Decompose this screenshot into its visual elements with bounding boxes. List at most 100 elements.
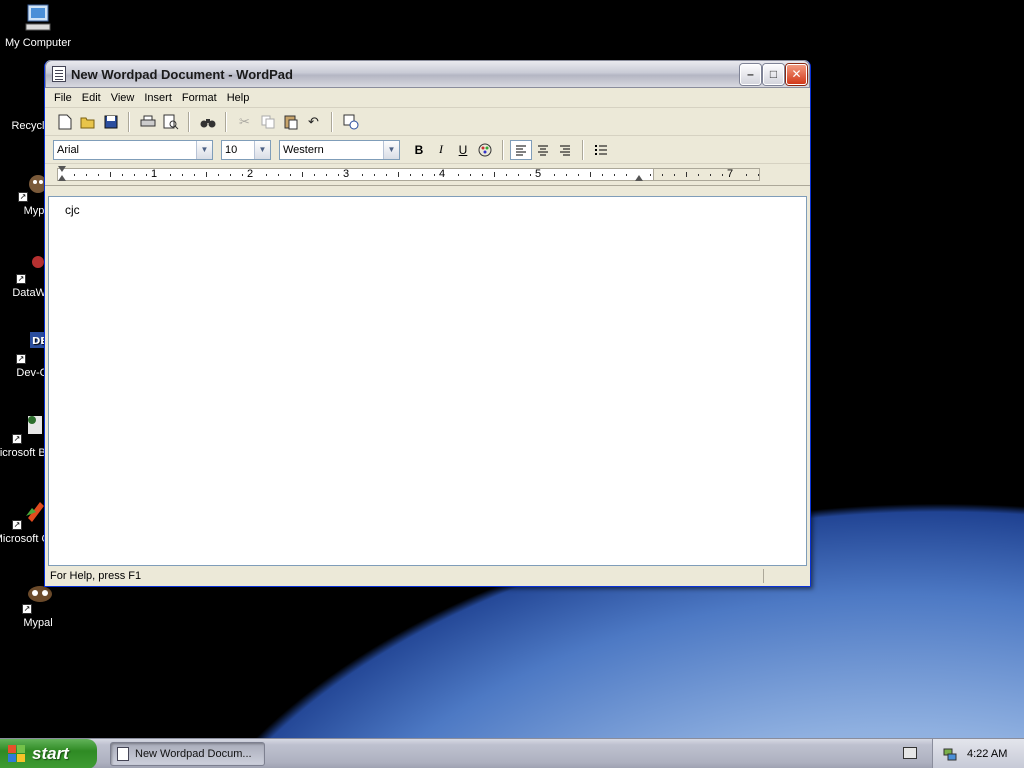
desktop-icon-label: My Computer bbox=[4, 37, 72, 49]
ruler-tick bbox=[86, 174, 87, 176]
ruler-tick bbox=[578, 174, 579, 176]
undo-icon[interactable]: ↶ bbox=[302, 111, 325, 133]
bullets-icon[interactable] bbox=[590, 140, 612, 160]
ruler-tick bbox=[302, 172, 303, 177]
open-icon[interactable] bbox=[76, 111, 99, 133]
ruler-number: 2 bbox=[247, 168, 254, 180]
minimize-button[interactable]: – bbox=[740, 63, 761, 85]
ruler-tick bbox=[146, 174, 147, 176]
app-icon: ↗ bbox=[12, 498, 44, 530]
ruler-tick bbox=[266, 174, 267, 176]
copy-icon[interactable] bbox=[256, 111, 279, 133]
font-size-select[interactable]: 10 ▼ bbox=[221, 139, 271, 160]
ruler-tick bbox=[98, 174, 99, 176]
status-bar: For Help, press F1 bbox=[48, 567, 807, 585]
align-left-icon[interactable] bbox=[510, 139, 532, 160]
ruler-number: 7 bbox=[727, 168, 734, 180]
ruler-tick bbox=[242, 174, 243, 176]
ruler-tick bbox=[278, 174, 279, 176]
standard-toolbar: ✂ ↶ bbox=[45, 108, 810, 136]
underline-button[interactable]: U bbox=[452, 140, 474, 160]
ruler-tick bbox=[722, 174, 723, 176]
ruler-tick bbox=[650, 174, 651, 176]
desktop-icon-label: Mypal bbox=[23, 617, 53, 629]
ruler-tick bbox=[506, 174, 507, 176]
windows-logo-icon bbox=[8, 745, 26, 763]
ruler-tick bbox=[566, 174, 567, 176]
left-indent-marker[interactable] bbox=[58, 175, 66, 181]
desktop-icon-mypal[interactable]: ↗ Mypal bbox=[0, 582, 76, 629]
save-icon[interactable] bbox=[99, 111, 122, 133]
menu-edit[interactable]: Edit bbox=[77, 92, 106, 104]
align-right-icon[interactable] bbox=[554, 140, 576, 160]
color-icon[interactable] bbox=[474, 140, 496, 160]
chevron-down-icon[interactable]: ▼ bbox=[196, 140, 212, 159]
ruler-tick bbox=[410, 174, 411, 176]
ruler-tick bbox=[458, 174, 459, 176]
ruler-number: 5 bbox=[535, 168, 542, 180]
bold-button[interactable]: B bbox=[408, 140, 430, 160]
script-select[interactable]: Western ▼ bbox=[279, 139, 400, 160]
ruler-tick bbox=[422, 174, 423, 176]
ruler-tick bbox=[710, 174, 711, 176]
align-center-icon[interactable] bbox=[532, 140, 554, 160]
ruler-tick bbox=[494, 172, 495, 177]
ruler-tick bbox=[590, 172, 591, 177]
document-area[interactable]: cjc bbox=[48, 196, 807, 566]
chevron-down-icon[interactable]: ▼ bbox=[383, 140, 399, 159]
keyboard-icon[interactable] bbox=[903, 747, 917, 759]
ruler-tick bbox=[134, 174, 135, 176]
ruler-tick bbox=[674, 174, 675, 176]
ruler-tick bbox=[338, 174, 339, 176]
menu-format[interactable]: Format bbox=[177, 92, 222, 104]
ruler-strip: 1 2 3 4 5 7 bbox=[57, 168, 760, 181]
date-time-icon[interactable] bbox=[339, 111, 362, 133]
menu-file[interactable]: File bbox=[49, 92, 77, 104]
toolbar-separator bbox=[188, 111, 190, 132]
document-text[interactable]: cjc bbox=[65, 203, 80, 217]
network-icon[interactable] bbox=[943, 747, 957, 761]
menu-insert[interactable]: Insert bbox=[139, 92, 177, 104]
ruler-tick bbox=[362, 174, 363, 176]
computer-icon bbox=[22, 2, 54, 34]
ruler-number: 3 bbox=[343, 168, 350, 180]
title-bar[interactable]: New Wordpad Document - WordPad – □ ✕ bbox=[45, 60, 810, 88]
shortcut-arrow-icon: ↗ bbox=[12, 520, 22, 530]
find-icon[interactable] bbox=[196, 111, 219, 133]
paste-icon[interactable] bbox=[279, 111, 302, 133]
start-button[interactable]: start bbox=[0, 739, 97, 768]
ruler-tick bbox=[230, 174, 231, 176]
desktop-icon-my-computer[interactable]: My Computer bbox=[0, 2, 76, 49]
ruler-tick bbox=[614, 174, 615, 176]
menu-view[interactable]: View bbox=[106, 92, 140, 104]
menu-help[interactable]: Help bbox=[222, 92, 255, 104]
ruler-tick bbox=[326, 174, 327, 176]
font-select-value: Arial bbox=[57, 143, 80, 156]
script-select-value: Western bbox=[283, 143, 324, 156]
font-select[interactable]: Arial ▼ bbox=[53, 139, 213, 160]
taskbar-button-wordpad[interactable]: New Wordpad Docum... bbox=[110, 742, 265, 766]
first-line-indent-marker[interactable] bbox=[58, 166, 66, 172]
ruler-tick bbox=[626, 174, 627, 176]
wordpad-icon[interactable] bbox=[52, 66, 66, 82]
resize-grip[interactable] bbox=[763, 569, 807, 583]
clock[interactable]: 4:22 AM bbox=[967, 748, 1007, 760]
italic-button[interactable]: I bbox=[430, 140, 452, 160]
ruler-tick bbox=[434, 174, 435, 176]
ruler-number: 4 bbox=[439, 168, 446, 180]
right-indent-marker[interactable] bbox=[635, 175, 643, 181]
window-title: New Wordpad Document - WordPad bbox=[71, 66, 293, 82]
menu-bar: File Edit View Insert Format Help bbox=[45, 88, 810, 108]
ruler[interactable]: 1 2 3 4 5 7 bbox=[45, 164, 810, 186]
close-button[interactable]: ✕ bbox=[786, 63, 807, 85]
format-bar: Arial ▼ 10 ▼ Western ▼ B I U bbox=[45, 136, 810, 164]
ruler-tick bbox=[218, 174, 219, 176]
print-icon[interactable] bbox=[136, 111, 159, 133]
maximize-button[interactable]: □ bbox=[763, 63, 784, 85]
chevron-down-icon[interactable]: ▼ bbox=[254, 140, 270, 159]
ruler-margin-area bbox=[653, 169, 759, 180]
ruler-tick bbox=[686, 172, 687, 177]
new-icon[interactable] bbox=[53, 111, 76, 133]
cut-icon[interactable]: ✂ bbox=[233, 111, 256, 133]
print-preview-icon[interactable] bbox=[159, 111, 182, 133]
